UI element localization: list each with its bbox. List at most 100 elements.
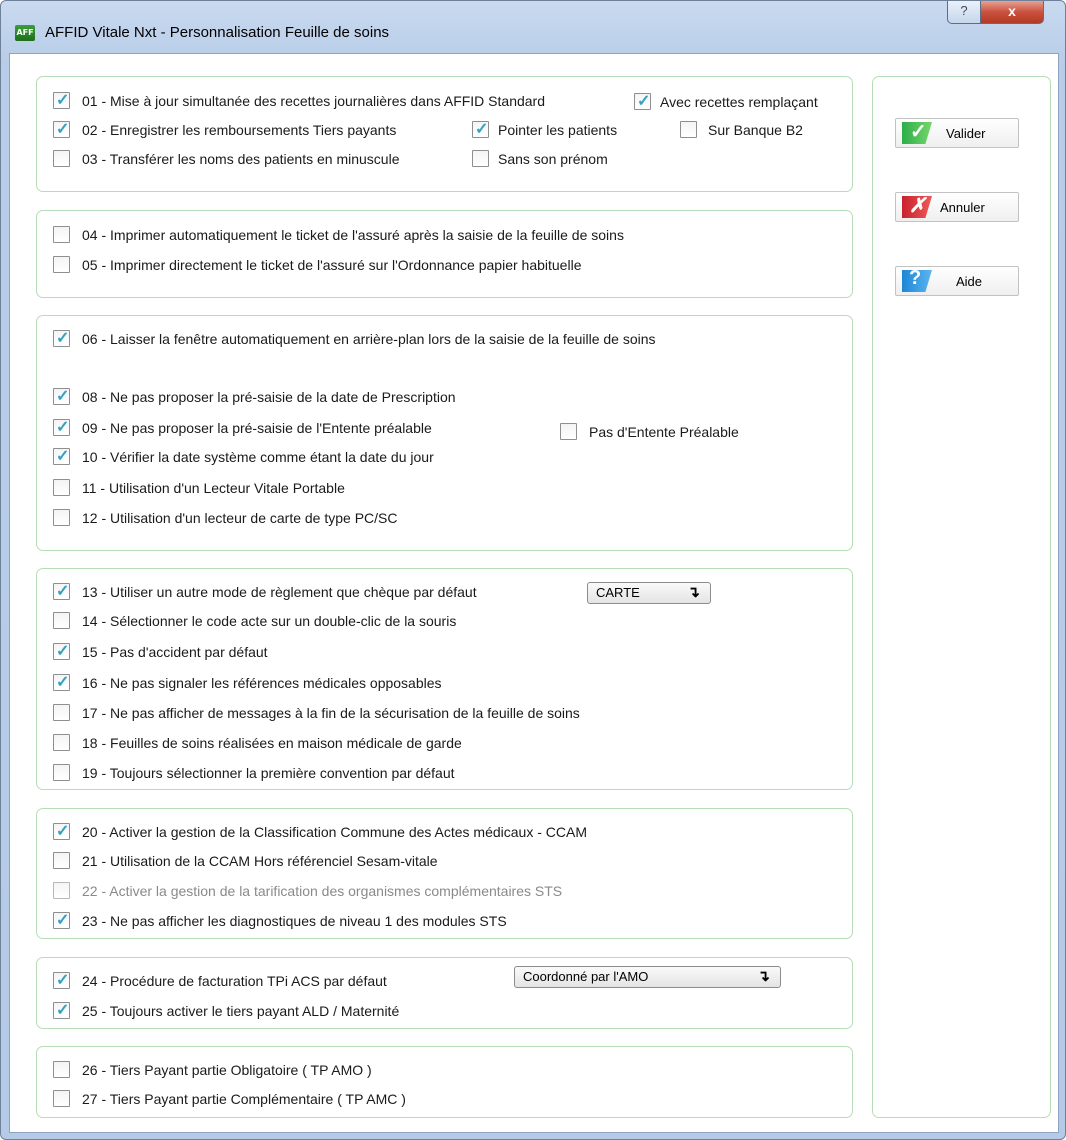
checkbox: ✓ [53, 882, 70, 899]
check-mark-icon: ✓ [56, 448, 70, 465]
group-impression [36, 210, 853, 298]
checkbox[interactable]: ✓ [53, 388, 70, 405]
checkbox[interactable]: ✓ [53, 612, 70, 629]
checkbox[interactable]: ✓ [53, 121, 70, 138]
checkbox[interactable]: ✓ [680, 121, 697, 138]
payment-mode-dropdown[interactable]: CARTE ↴ [587, 582, 711, 604]
checkbox[interactable]: ✓ [53, 674, 70, 691]
option-label: 06 - Laisser la fenêtre automatiquement … [82, 331, 656, 347]
annuler-button[interactable]: ✗ Annuler [895, 192, 1019, 222]
checkbox[interactable]: ✓ [53, 256, 70, 273]
check-mark-icon: ✓ [56, 1002, 70, 1019]
valider-button[interactable]: ✓ Valider [895, 118, 1019, 148]
option-label: 02 - Enregistrer les remboursements Tier… [82, 122, 397, 138]
option-label: 17 - Ne pas afficher de messages à la fi… [82, 705, 580, 721]
checkbox[interactable]: ✓ [53, 419, 70, 436]
option-label: 05 - Imprimer directement le ticket de l… [82, 257, 582, 273]
checkbox[interactable]: ✓ [53, 448, 70, 465]
option-label: 20 - Activer la gestion de la Classifica… [82, 824, 587, 840]
checkbox[interactable]: ✓ [472, 121, 489, 138]
help-question-icon: ? [902, 270, 932, 292]
tpi-acs-dropdown[interactable]: Coordonné par l'AMO ↴ [514, 966, 781, 988]
option-label: 22 - Activer la gestion de la tarificati… [82, 883, 563, 899]
option-label: 23 - Ne pas afficher les diagnostiques d… [82, 913, 507, 929]
dropdown-arrow-icon[interactable]: ↴ [757, 967, 770, 985]
check-mark-icon: ✓ [56, 823, 70, 840]
button-label: Valider [946, 126, 986, 141]
checkmark-icon: ✓ [902, 122, 932, 144]
option-label: Pointer les patients [498, 122, 618, 138]
checkbox[interactable]: ✓ [634, 93, 651, 110]
option-label: 19 - Toujours sélectionner la première c… [82, 765, 455, 781]
option-label: 21 - Utilisation de la CCAM Hors référen… [82, 853, 438, 869]
option-label: 11 - Utilisation d'un Lecteur Vitale Por… [82, 480, 345, 496]
option-label: 14 - Sélectionner le code acte sur un do… [82, 613, 457, 629]
option-label: 03 - Transférer les noms des patients en… [82, 151, 400, 167]
checkbox[interactable]: ✓ [53, 509, 70, 526]
option-label: 01 - Mise à jour simultanée des recettes… [82, 93, 546, 109]
check-mark-icon: ✓ [56, 912, 70, 929]
checkbox[interactable]: ✓ [53, 972, 70, 989]
title-bar[interactable]: AFF AFFID Vitale Nxt - Personnalisation … [1, 1, 1065, 53]
option-label: 10 - Vérifier la date système comme étan… [82, 449, 434, 465]
check-mark-icon: ✓ [475, 121, 489, 138]
check-mark-icon: ✓ [56, 92, 70, 109]
option-label: 18 - Feuilles de soins réalisées en mais… [82, 735, 462, 751]
checkbox[interactable]: ✓ [472, 150, 489, 167]
checkbox[interactable]: ✓ [53, 1061, 70, 1078]
option-label: 16 - Ne pas signaler les références médi… [82, 675, 442, 691]
checkbox[interactable]: ✓ [53, 852, 70, 869]
checkbox[interactable]: ✓ [53, 92, 70, 109]
checkbox[interactable]: ✓ [53, 643, 70, 660]
checkbox[interactable]: ✓ [53, 912, 70, 929]
help-icon[interactable]: ? [947, 1, 981, 24]
checkbox[interactable]: ✓ [53, 704, 70, 721]
option-label: 08 - Ne pas proposer la pré-saisie de la… [82, 389, 456, 405]
option-label: 04 - Imprimer automatiquement le ticket … [82, 227, 624, 243]
option-label: Sans son prénom [498, 151, 608, 167]
close-icon[interactable]: x [980, 1, 1044, 24]
option-label: Pas d'Entente Préalable [589, 424, 739, 440]
dialog-window: AFF AFFID Vitale Nxt - Personnalisation … [0, 0, 1066, 1140]
button-panel [872, 76, 1051, 1118]
checkbox[interactable]: ✓ [53, 583, 70, 600]
option-label: 25 - Toujours activer le tiers payant AL… [82, 1003, 400, 1019]
aide-button[interactable]: ? Aide [895, 266, 1019, 296]
option-label: Avec recettes remplaçant [660, 94, 818, 110]
option-label: 26 - Tiers Payant partie Obligatoire ( T… [82, 1062, 372, 1078]
option-label: 15 - Pas d'accident par défaut [82, 644, 268, 660]
checkbox[interactable]: ✓ [53, 734, 70, 751]
app-icon: AFF [15, 25, 35, 41]
check-mark-icon: ✓ [637, 93, 651, 110]
check-mark-icon: ✓ [56, 583, 70, 600]
window-title: AFFID Vitale Nxt - Personnalisation Feui… [45, 24, 390, 41]
option-label: 24 - Procédure de facturation TPi ACS pa… [82, 973, 387, 989]
checkbox[interactable]: ✓ [53, 823, 70, 840]
checkbox[interactable]: ✓ [53, 226, 70, 243]
check-mark-icon: ✓ [56, 972, 70, 989]
checkbox[interactable]: ✓ [53, 1090, 70, 1107]
check-mark-icon: ✓ [56, 419, 70, 436]
button-label: Aide [956, 274, 983, 289]
checkbox[interactable]: ✓ [53, 150, 70, 167]
check-mark-icon: ✓ [56, 643, 70, 660]
option-label: Sur Banque B2 [708, 122, 803, 138]
option-label: 12 - Utilisation d'un lecteur de carte d… [82, 510, 398, 526]
check-mark-icon: ✓ [56, 674, 70, 691]
checkbox[interactable]: ✓ [560, 423, 577, 440]
button-label: Annuler [940, 200, 985, 215]
check-mark-icon: ✓ [56, 330, 70, 347]
dropdown-arrow-icon[interactable]: ↴ [687, 583, 700, 601]
option-label: 27 - Tiers Payant partie Complémentaire … [82, 1091, 406, 1107]
option-label: 13 - Utiliser un autre mode de règlement… [82, 584, 477, 600]
checkbox[interactable]: ✓ [53, 764, 70, 781]
check-mark-icon: ✓ [56, 388, 70, 405]
cross-icon: ✗ [902, 196, 932, 218]
check-mark-icon: ✓ [56, 121, 70, 138]
dropdown-value: CARTE [596, 585, 640, 600]
option-label: 09 - Ne pas proposer la pré-saisie de l'… [82, 420, 432, 436]
checkbox[interactable]: ✓ [53, 479, 70, 496]
dropdown-value: Coordonné par l'AMO [523, 969, 649, 984]
checkbox[interactable]: ✓ [53, 330, 70, 347]
checkbox[interactable]: ✓ [53, 1002, 70, 1019]
